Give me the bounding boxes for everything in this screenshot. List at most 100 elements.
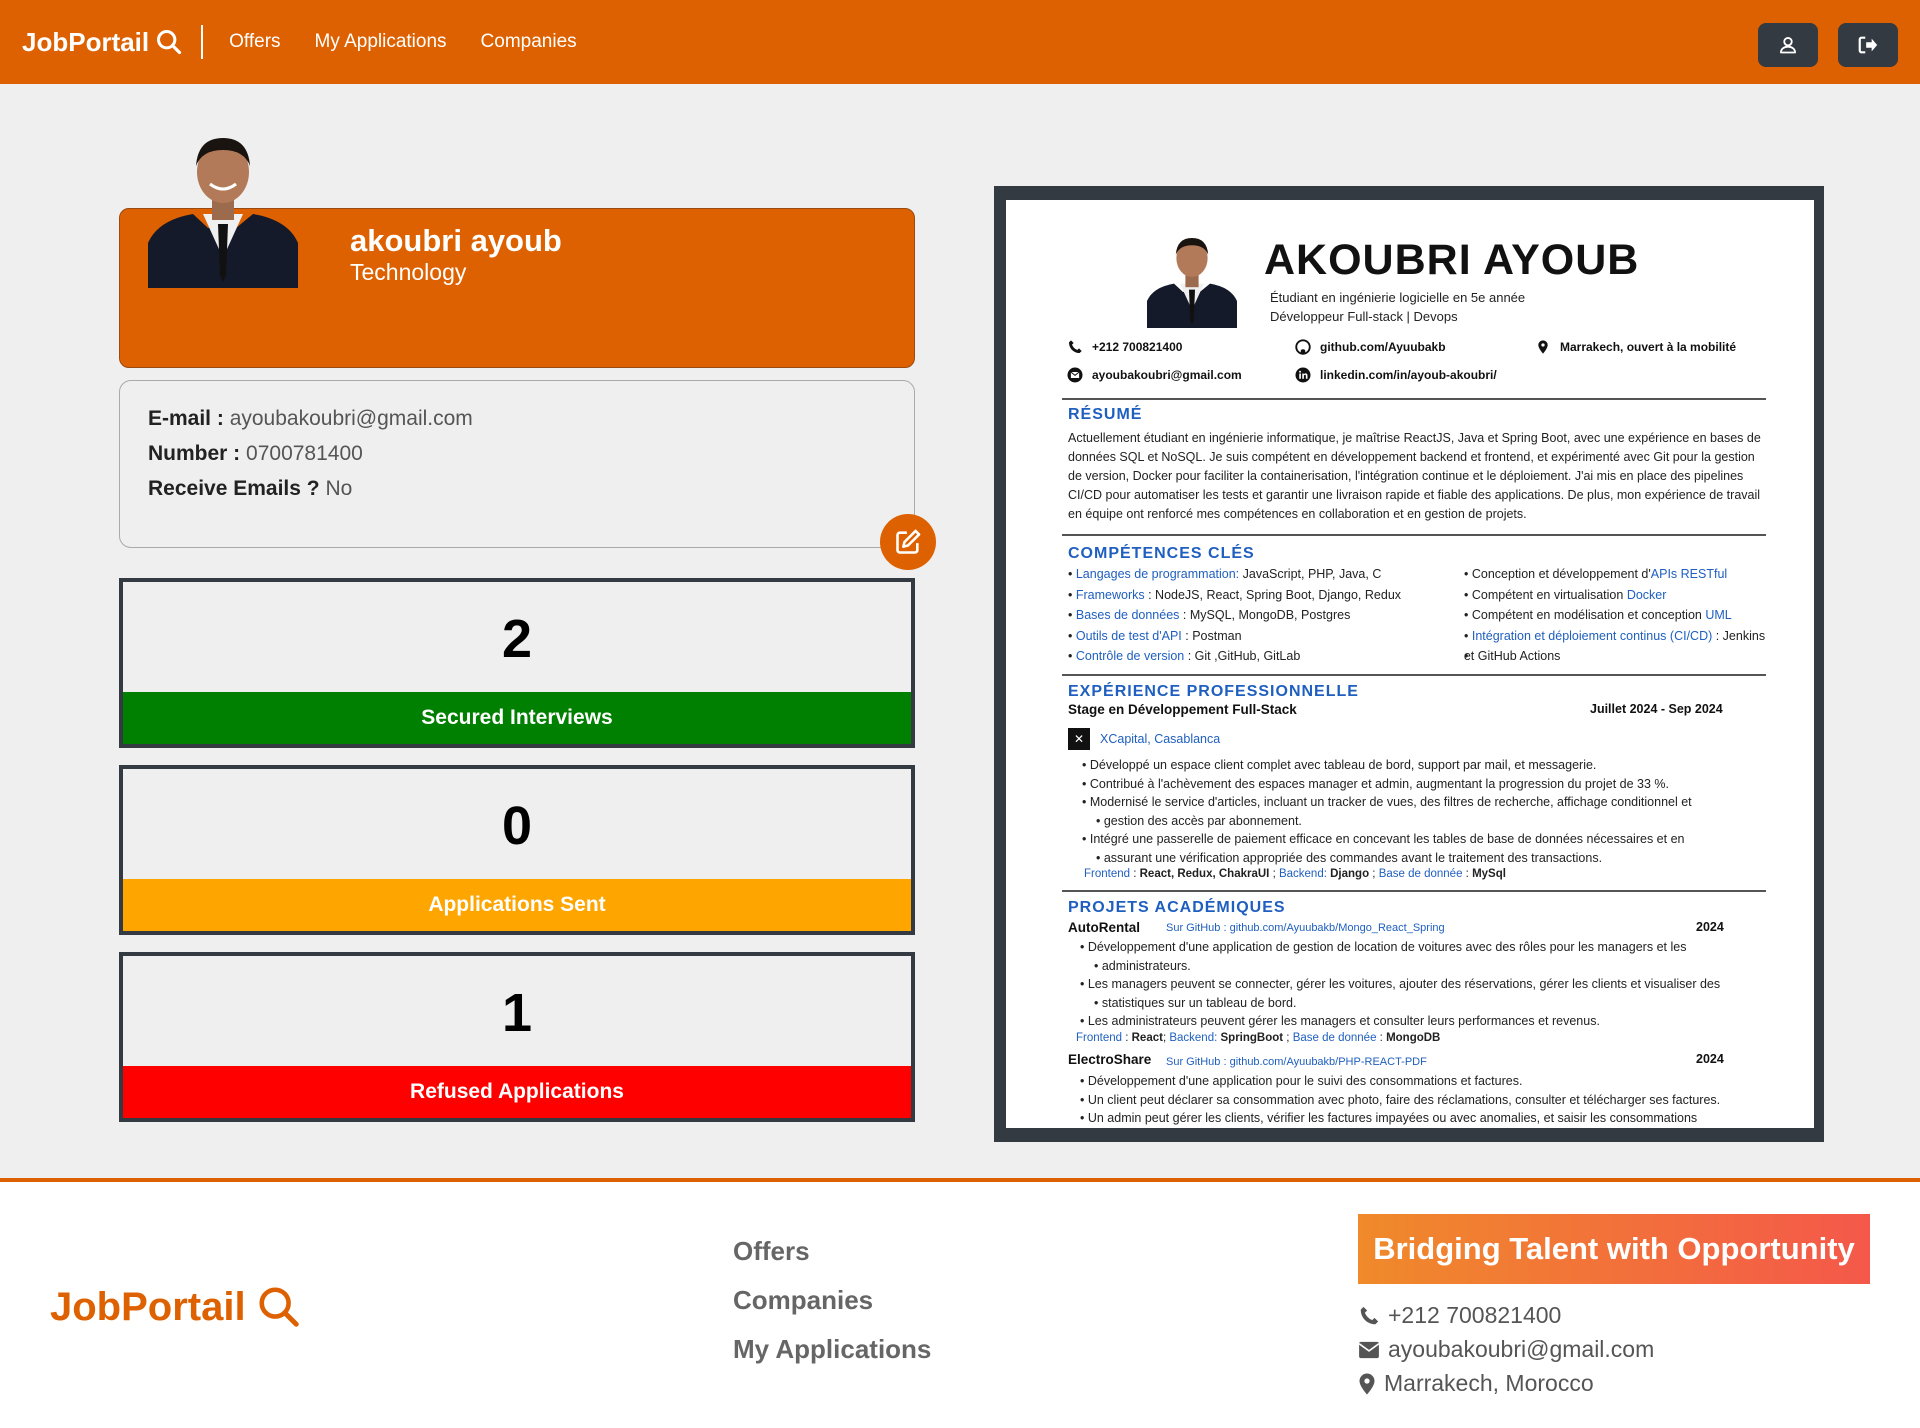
project-item: Les administrateurs peuvent gérer les ma… [1080,1012,1720,1031]
project-item: Un admin peut gérer les clients, vérifie… [1080,1109,1720,1128]
profile-button[interactable] [1758,23,1818,67]
email-icon [1066,366,1084,384]
experience-item: Développé un espace client complet avec … [1082,756,1692,775]
skills-list-right: Conception et développement d'APIs RESTf… [1464,564,1765,667]
resume-phone: +212 700821400 [1066,338,1182,356]
footer-phone-text: +212 700821400 [1388,1302,1562,1328]
brand-logo[interactable]: JobPortail [22,27,183,58]
footer-link-my-applications[interactable]: My Applications [733,1334,931,1365]
project-year: 2024 [1696,1052,1724,1066]
footer-location-text: Marrakech, Morocco [1384,1370,1594,1396]
stat-card-secured-interviews: 2 Secured Interviews [119,578,915,748]
resume-github: github.com/Ayuubakb [1294,338,1446,356]
nav-link-companies[interactable]: Companies [481,31,577,53]
project-link[interactable]: Sur GitHub : github.com/Ayuubakb/Mongo_R… [1166,922,1445,934]
footer: JobPortail Offers Companies My Applicati… [0,1178,1920,1428]
project-item: Les managers peuvent se connecter, gérer… [1080,975,1720,994]
footer-link-offers[interactable]: Offers [733,1236,810,1267]
phone-icon [1066,338,1084,356]
receive-emails-label: Receive Emails ? [148,477,320,500]
linkedin-icon [1294,366,1312,384]
resume-divider [1062,534,1766,536]
company-logo-icon: ✕ [1068,728,1090,750]
experience-item: Modernisé le service d'articles, incluan… [1082,793,1692,812]
skill-item: Compétent en modélisation et conception … [1464,605,1765,626]
brand-name[interactable]: JobPortail [22,27,149,58]
skill-item: Outils de test d'API : Postman [1068,626,1401,647]
stat-card-applications-sent: 0 Applications Sent [119,765,915,935]
receive-emails-value: No [325,477,353,500]
footer-tagline-banner: Bridging Talent with Opportunity [1358,1214,1870,1284]
map-pin-icon [1534,338,1552,356]
experience-item: Intégré une passerelle de paiement effic… [1082,830,1692,849]
skill-item: Intégration et déploiement continus (CI/… [1464,626,1765,647]
footer-email: ayoubakoubri@gmail.com [1358,1336,1654,1363]
stat-value: 0 [501,796,533,856]
user-icon [1780,37,1796,54]
search-icon [157,29,182,55]
logout-button[interactable] [1838,23,1898,67]
resume-section-heading: PROJETS ACADÉMIQUES [1068,899,1286,916]
resume-section-heading: COMPÉTENCES CLÉS [1068,545,1255,562]
experience-tech: Frontend : React, Redux, ChakraUI ; Back… [1084,868,1506,880]
map-pin-icon [1359,1373,1375,1394]
skill-item: Langages de programmation: JavaScript, P… [1068,564,1401,585]
email-label: E-mail : [148,407,224,430]
receive-emails-row: Receive Emails ? No [148,477,886,501]
footer-link-companies[interactable]: Companies [733,1285,873,1316]
footer-phone: +212 700821400 [1358,1302,1561,1329]
project-link[interactable]: Sur GitHub : github.com/Ayuubakb/PHP-REA… [1166,1056,1427,1068]
footer-brand-name[interactable]: JobPortail [50,1285,246,1330]
project-list: Développement d'une application pour le … [1080,1072,1720,1128]
number-row: Number : 0700781400 [148,442,886,466]
stat-value: 2 [501,609,533,669]
resume-location-text: Marrakech, ouvert à la mobilité [1560,340,1737,354]
resume-photo [1146,232,1238,328]
profile-role: Technology [350,259,467,285]
resume-document: AKOUBRI AYOUB Étudiant en ingénierie log… [1006,200,1814,1128]
email-row: E-mail : ayoubakoubri@gmail.com [148,407,886,431]
resume-summary: Actuellement étudiant en ingénierie info… [1068,431,1761,521]
nav-link-my-applications[interactable]: My Applications [315,31,447,53]
resume-subtitle: Étudiant en ingénierie logicielle en 5e … [1270,290,1526,305]
stat-label: Secured Interviews [123,692,911,744]
search-icon [259,1287,299,1327]
experience-item-continued: gestion des accès par abonnement. [1082,812,1692,831]
experience-item-continued: assurant une vérification appropriée des… [1082,849,1692,868]
project-item: Un client peut déclarer sa consommation … [1080,1091,1720,1110]
nav-link-offers[interactable]: Offers [229,31,280,53]
envelope-icon [1358,1341,1380,1358]
resume-email-text: ayoubakoubri@gmail.com [1092,368,1242,382]
skill-item: Contrôle de version : Git ,GitHub, GitLa… [1068,646,1401,667]
experience-item: Contribué à l'achèvement des espaces man… [1082,775,1692,794]
footer-location: Marrakech, Morocco [1358,1370,1594,1397]
resume-name: AKOUBRI AYOUB [1264,236,1640,284]
footer-brand-logo[interactable]: JobPortail [50,1284,302,1330]
resume-email: ayoubakoubri@gmail.com [1066,366,1242,384]
edit-profile-button[interactable] [880,514,936,570]
nav-actions [1758,23,1898,67]
resume-linkedin: linkedin.com/in/ayoub-akoubri/ [1294,366,1497,384]
skill-item: Conception et développement d'APIs RESTf… [1464,564,1765,585]
resume-divider [1062,398,1766,400]
resume-viewer[interactable]: AKOUBRI AYOUB Étudiant en ingénierie log… [994,186,1824,1142]
number-value: 0700781400 [246,442,363,465]
resume-phone-text: +212 700821400 [1092,340,1183,354]
project-year: 2024 [1696,920,1724,934]
experience-list: Développé un espace client complet avec … [1082,756,1692,867]
resume-divider [1062,674,1766,676]
project-item: Développement d'une application pour le … [1080,1072,1720,1091]
navbar: JobPortail Offers My Applications Compan… [0,0,1920,84]
project-title: ElectroShare [1068,1052,1152,1067]
project-list: Développement d'une application de gesti… [1080,938,1720,1031]
project-tech: Frontend : React; Backend: SpringBoot ; … [1076,1032,1441,1044]
stat-label: Refused Applications [123,1066,911,1118]
project-item: Développement d'une application de gesti… [1080,938,1720,957]
stat-card-refused-applications: 1 Refused Applications [119,952,915,1122]
resume-location: Marrakech, ouvert à la mobilité [1534,338,1736,356]
github-icon [1294,338,1312,356]
resume-subtitle: Développeur Full-stack | Devops [1270,309,1458,324]
sign-out-icon [1858,36,1878,54]
experience-company: XCapital, Casablanca [1100,732,1221,746]
profile-name: akoubri ayoub [350,223,562,258]
